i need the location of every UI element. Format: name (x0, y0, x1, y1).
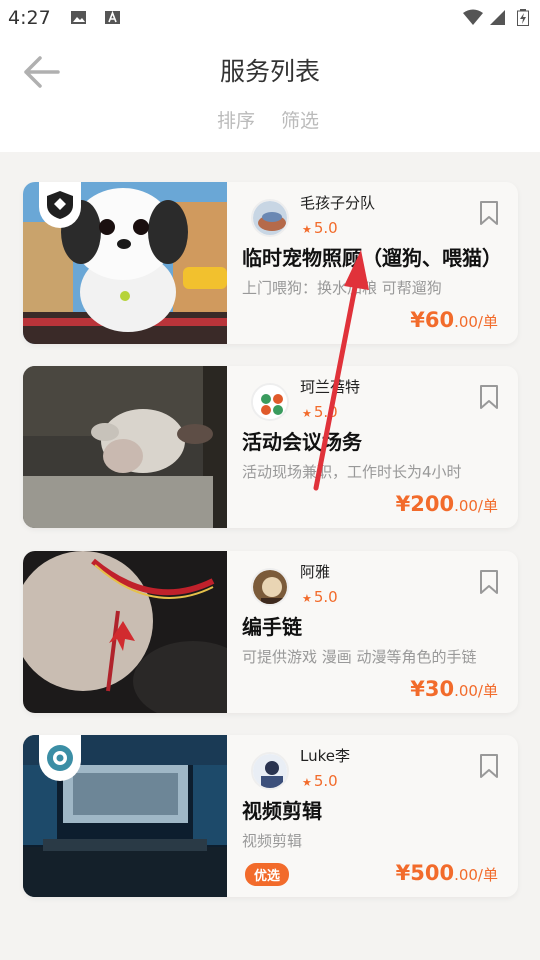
signal-icon (490, 10, 505, 25)
provider-name: 珂兰蓓特 (300, 378, 361, 396)
avatar (251, 752, 289, 790)
service-price: ¥500.00/单 (395, 861, 498, 885)
bookmark-icon[interactable] (478, 569, 500, 595)
filter-button[interactable]: 筛选 (281, 106, 319, 133)
text-notification-icon (105, 10, 120, 24)
service-thumbnail (23, 551, 227, 713)
provider-name: Luke李 (300, 747, 350, 765)
circle-logo-icon (39, 735, 81, 781)
bookmark-icon[interactable] (478, 384, 500, 410)
service-card[interactable]: Luke李 ★ 5.0 视频剪辑 视频剪辑 优选 ¥500.00/单 (23, 735, 518, 897)
service-title: 编手链 (242, 615, 302, 639)
page-header: 服务列表 排序 筛选 (0, 36, 540, 152)
rating: ★ 5.0 (302, 588, 338, 606)
star-icon: ★ (302, 407, 312, 420)
rating: ★ 5.0 (302, 772, 338, 790)
service-description: 上门喂狗：换水加粮 可帮遛狗 (242, 279, 442, 297)
shield-logo-icon (39, 182, 81, 228)
service-title: 活动会议场务 (242, 430, 362, 454)
featured-tag: 优选 (245, 863, 290, 886)
rating: ★ 5.0 (302, 403, 338, 421)
service-description: 可提供游戏 漫画 动漫等角色的手链 (242, 648, 477, 666)
avatar (251, 568, 289, 606)
avatar (251, 383, 289, 421)
bookmark-icon[interactable] (478, 200, 500, 226)
service-price: ¥60.00/单 (410, 308, 498, 332)
service-card[interactable]: 毛孩子分队 ★ 5.0 临时宠物照顾（遛狗、喂猫） 上门喂狗：换水加粮 可帮遛狗 … (23, 182, 518, 344)
service-card[interactable]: 阿雅 ★ 5.0 编手链 可提供游戏 漫画 动漫等角色的手链 ¥30.00/单 (23, 551, 518, 713)
service-thumbnail (23, 366, 227, 528)
wifi-icon (463, 9, 483, 25)
service-description: 视频剪辑 (242, 832, 303, 850)
image-notification-icon (71, 11, 86, 24)
star-icon: ★ (302, 592, 312, 605)
status-time: 4:27 (8, 7, 51, 29)
battery-icon (517, 9, 529, 26)
provider-name: 阿雅 (300, 563, 331, 581)
service-title: 视频剪辑 (242, 799, 322, 823)
provider-name: 毛孩子分队 (300, 194, 376, 212)
star-icon: ★ (302, 776, 312, 789)
service-description: 活动现场兼职，工作时长为4小时 (242, 463, 462, 481)
page-title: 服务列表 (219, 57, 320, 86)
service-card[interactable]: 珂兰蓓特 ★ 5.0 活动会议场务 活动现场兼职，工作时长为4小时 ¥200.00… (23, 366, 518, 528)
star-icon: ★ (302, 223, 312, 236)
rating: ★ 5.0 (302, 219, 338, 237)
status-bar: 4:27 (0, 0, 540, 36)
service-price: ¥30.00/单 (410, 677, 498, 701)
bookmark-icon[interactable] (478, 753, 500, 779)
service-price: ¥200.00/单 (395, 492, 498, 516)
sort-button[interactable]: 排序 (217, 106, 255, 133)
avatar (251, 199, 289, 237)
service-title: 临时宠物照顾（遛狗、喂猫） (242, 246, 502, 270)
